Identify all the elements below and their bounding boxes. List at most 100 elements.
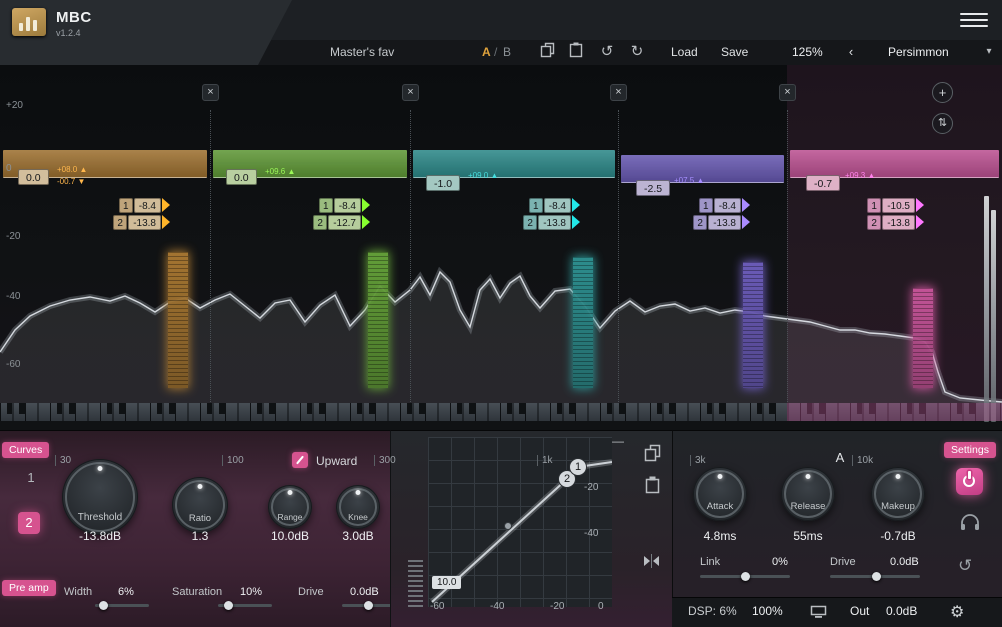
- threshold-marker[interactable]: 1 -8.4: [318, 197, 370, 213]
- band-up-range: +08.0 ▲: [57, 165, 88, 174]
- threshold-marker[interactable]: 2 -13.8: [523, 214, 580, 230]
- threshold-marker[interactable]: 1 -10.5: [867, 197, 924, 213]
- menu-icon[interactable]: [960, 13, 988, 28]
- saturation-slider[interactable]: [218, 601, 272, 610]
- theme-name[interactable]: Persimmon: [888, 44, 949, 61]
- threshold-marker[interactable]: 1 -8.4: [118, 197, 170, 213]
- compressor-select-2[interactable]: 2: [18, 512, 40, 534]
- redo-icon[interactable]: ↻: [628, 42, 646, 62]
- compressor-select-1[interactable]: 1: [20, 470, 42, 485]
- threshold-value: -13.8: [128, 214, 161, 230]
- knob-label: Threshold: [77, 511, 123, 523]
- band-down-range: -00.7 ▼: [57, 177, 86, 186]
- threshold-flag-icon: [916, 215, 924, 229]
- paste-icon[interactable]: [569, 42, 587, 62]
- remove-band-button[interactable]: ×: [202, 84, 219, 101]
- knee-knob[interactable]: Knee: [336, 485, 380, 529]
- undo-icon[interactable]: ↺: [598, 42, 616, 62]
- band-meter: [743, 262, 763, 388]
- add-band-button[interactable]: +: [932, 82, 953, 103]
- window-scale-icon[interactable]: [810, 605, 827, 619]
- threshold-marker[interactable]: 1 -8.4: [698, 197, 750, 213]
- save-button[interactable]: Save: [721, 44, 748, 61]
- curve-point-1[interactable]: 1: [569, 458, 587, 476]
- curve-mid-handle[interactable]: [504, 522, 512, 530]
- width-value: 6%: [118, 586, 134, 598]
- release-knob[interactable]: Release: [781, 467, 835, 521]
- range-knob[interactable]: Range: [268, 485, 312, 529]
- headphones-icon[interactable]: [959, 512, 981, 532]
- power-button[interactable]: [956, 468, 983, 495]
- spectrum-display[interactable]: +20 0 -20 -40 -60 × × × × + ⇅ 0.0 +08.0 …: [0, 65, 1002, 466]
- curves-badge: Curves: [2, 442, 50, 458]
- preamp-drive-slider[interactable]: [342, 601, 396, 610]
- paste-curve-icon[interactable]: [645, 476, 660, 494]
- threshold-knob[interactable]: Threshold: [62, 459, 138, 535]
- threshold-marker[interactable]: 2 -12.7: [313, 214, 370, 230]
- graph-x-label: -40: [490, 601, 505, 612]
- upward-checkbox[interactable]: [292, 452, 308, 468]
- threshold-marker[interactable]: 2 -13.8: [693, 214, 750, 230]
- band-header[interactable]: [790, 150, 999, 178]
- dsp-load: DSP: 6%: [688, 604, 737, 618]
- remove-band-button[interactable]: ×: [779, 84, 796, 101]
- band-meter: [368, 252, 388, 388]
- knob-label: Ratio: [188, 513, 212, 525]
- threshold-marker[interactable]: 2 -13.8: [867, 214, 924, 230]
- threshold-value: -13.8: [538, 214, 571, 230]
- graph-x-label: 0: [598, 601, 604, 612]
- remove-band-button[interactable]: ×: [402, 84, 419, 101]
- ab-toggle-b[interactable]: B: [503, 44, 511, 61]
- load-button[interactable]: Load: [671, 44, 698, 61]
- piano-keyboard[interactable]: [0, 403, 1002, 421]
- makeup-knob[interactable]: Makeup: [871, 467, 925, 521]
- threshold-flag-icon: [572, 215, 580, 229]
- gear-icon[interactable]: ⚙: [950, 602, 964, 622]
- threshold-number: 2: [313, 214, 328, 230]
- threshold-marker[interactable]: 1 -8.4: [528, 197, 580, 213]
- copy-curve-icon[interactable]: [644, 444, 661, 462]
- width-slider[interactable]: [95, 601, 149, 610]
- band-up-range: +09.0 ▲: [468, 171, 499, 180]
- threshold-marker[interactable]: 2 -13.8: [113, 214, 170, 230]
- band-3: -1.0 +09.0 ▲ 1 -8.4 2 -13.8: [410, 65, 618, 421]
- prev-theme-icon[interactable]: ‹: [845, 42, 857, 62]
- band-scale-icon[interactable]: ⇅: [932, 113, 953, 134]
- preamp-drive-value: 0.0dB: [350, 586, 379, 598]
- preset-name[interactable]: Master's fav: [330, 44, 394, 61]
- threshold-value: -8.4: [543, 197, 571, 213]
- band-header[interactable]: [413, 150, 615, 178]
- band-gain-chip[interactable]: -1.0: [426, 175, 461, 191]
- copy-icon[interactable]: [540, 42, 558, 62]
- collapse-graph-icon[interactable]: —: [612, 434, 624, 448]
- freq-label: 10k: [852, 455, 873, 466]
- zoom-level[interactable]: 125%: [792, 44, 823, 61]
- ab-toggle-a[interactable]: A: [482, 44, 491, 61]
- threshold-flag-icon: [162, 215, 170, 229]
- remove-band-button[interactable]: ×: [610, 84, 627, 101]
- threshold-value: -8.4: [713, 197, 741, 213]
- out-label: Out: [850, 604, 870, 618]
- out-gain-value[interactable]: 0.0dB: [886, 604, 917, 618]
- sync-icon[interactable]: ↺: [958, 556, 972, 576]
- band-gain-chip[interactable]: 0.0: [18, 169, 49, 185]
- band-gain-chip[interactable]: 0.0: [226, 169, 257, 185]
- attack-knob[interactable]: Attack: [693, 467, 747, 521]
- graph-x-label: -20: [550, 601, 565, 612]
- dyn-drive-slider[interactable]: [830, 572, 920, 581]
- upward-label: Upward: [316, 454, 358, 468]
- freq-label: 100: [222, 455, 244, 466]
- threshold-flag-icon: [162, 198, 170, 212]
- settings-badge[interactable]: Settings: [944, 442, 996, 458]
- mirror-curve-icon[interactable]: [642, 552, 661, 570]
- band-gain-chip[interactable]: -2.5: [636, 180, 671, 196]
- db-label: -40: [6, 291, 21, 302]
- band-gain-chip[interactable]: -0.7: [806, 175, 841, 191]
- link-label: Link: [700, 556, 721, 568]
- ratio-knob[interactable]: Ratio: [172, 477, 228, 533]
- theme-dropdown-icon[interactable]: ▾: [982, 42, 996, 62]
- link-slider[interactable]: [700, 572, 790, 581]
- ui-scale-value[interactable]: 100%: [752, 604, 783, 618]
- threshold-flag-icon: [916, 198, 924, 212]
- threshold-value: -13.8: [708, 214, 741, 230]
